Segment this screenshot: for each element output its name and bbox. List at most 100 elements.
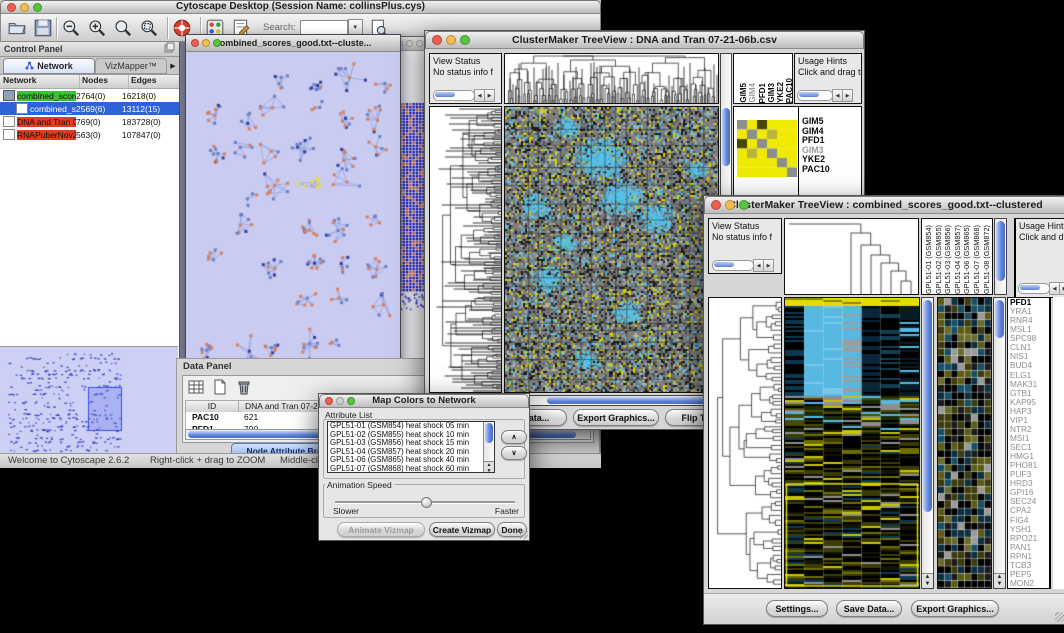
network-nodes-count: 563(0)	[76, 130, 122, 140]
status-zoom-hint: Right-click + drag to ZOOM	[150, 455, 265, 466]
treeview2-titlebar[interactable]: ClusterMaker TreeView : combined_scores_…	[704, 196, 1064, 214]
attribute-list-item[interactable]: GPL51-07 (GSM868) heat shock 60 min	[328, 465, 494, 473]
new-attribute-icon[interactable]	[211, 378, 231, 398]
network-overview-canvas[interactable]	[0, 346, 178, 462]
tv1-col-label[interactable]: GIM3	[767, 83, 776, 103]
search-label: Search:	[263, 22, 296, 33]
tv1-status-scrollbar[interactable]: ◀▶	[433, 90, 495, 101]
tv2-col-label[interactable]: GPL51-02 (GSM855)	[934, 219, 944, 294]
tv2-heatmap-canvas[interactable]	[785, 298, 919, 588]
close-icon[interactable]	[7, 3, 16, 12]
export-graphics-button[interactable]: Export Graphics...	[573, 409, 659, 426]
maximize-icon[interactable]	[213, 39, 221, 47]
create-vizmap-button[interactable]: Create Vizmap	[429, 522, 495, 537]
tv2-col-label[interactable]: GPL51-06 (GSM865)	[962, 219, 972, 294]
zoom-window-icon[interactable]	[739, 200, 749, 210]
close-icon[interactable]	[711, 200, 721, 210]
treeview1-titlebar[interactable]: ClusterMaker TreeView : DNA and Tran 07-…	[425, 31, 864, 49]
network-tree-row[interactable]: RNAPuberNov2+I563(0)107847(0)	[0, 128, 179, 141]
minimize-icon[interactable]	[202, 39, 210, 47]
tv2-status-scrollbar[interactable]: ◀▶	[712, 260, 774, 271]
tv1-col-label[interactable]: PAC10	[785, 78, 793, 103]
network-tree-row[interactable]: combined_sco2569(6)13112(15)	[0, 102, 179, 115]
tv1-row-dendrogram-canvas[interactable]	[430, 107, 501, 392]
minimize-icon[interactable]	[406, 40, 413, 47]
zoom-window-icon[interactable]	[33, 3, 42, 12]
tv2-usage-scrollbar[interactable]: ◀▶	[1018, 283, 1064, 294]
tv1-view-status-panel: View Status No status info f ◀▶	[429, 53, 502, 104]
network-canvas[interactable]	[186, 52, 398, 364]
float-panel-icon[interactable]	[164, 40, 179, 58]
close-icon[interactable]	[325, 397, 333, 405]
minimize-icon[interactable]	[336, 397, 344, 405]
zoom-selected-region-icon[interactable]	[139, 18, 159, 38]
tab-vizmapper[interactable]: VizMapper™	[95, 58, 167, 74]
zoom-window-icon[interactable]	[460, 35, 470, 45]
tv2-usage-hints-panel: Usage Hints Click and drag to ◀▶	[1014, 218, 1064, 298]
network-nodes-count: 2764(0)	[76, 91, 122, 101]
slider-thumb[interactable]	[421, 497, 432, 508]
tv2-zoom-heatmap-canvas[interactable]	[938, 298, 991, 588]
export-graphics-button[interactable]: Export Graphics...	[911, 600, 999, 617]
tv2-col-label[interactable]: GPL51-07 (GSM868)	[972, 219, 982, 294]
move-attribute-up-button[interactable]: ∧	[501, 430, 527, 444]
tv2-col-label[interactable]: GPL51-01 (GSM854)	[924, 219, 934, 294]
close-icon[interactable]	[432, 35, 442, 45]
tv2-usage-title: Usage Hints	[1016, 219, 1064, 232]
tv2-col-label[interactable]: GPL51-08 (GSM872)	[982, 219, 992, 294]
dialog-titlebar[interactable]: Map Colors to Network	[319, 394, 529, 408]
animation-speed-slider[interactable]	[335, 497, 515, 507]
resize-grip[interactable]	[1055, 612, 1064, 622]
dialog-resize-grip[interactable]	[520, 531, 528, 539]
settings-button[interactable]: Settings...	[766, 600, 828, 617]
tv2-row-dendrogram-canvas[interactable]	[709, 298, 781, 588]
tab-overflow-button[interactable]: ▶	[167, 57, 179, 74]
network-edges-count: 13112(15)	[122, 104, 160, 114]
minimize-icon[interactable]	[446, 35, 456, 45]
maximize-icon[interactable]	[416, 40, 423, 47]
main-titlebar[interactable]: Cytoscape Desktop (Session Name: collins…	[0, 0, 601, 14]
zoom-out-icon[interactable]	[61, 18, 81, 38]
save-data-button[interactable]: Save Data...	[836, 600, 902, 617]
tv1-top-dendrogram-canvas[interactable]	[505, 54, 718, 103]
tv1-row-label[interactable]: PAC10	[802, 165, 830, 175]
minimize-icon[interactable]	[20, 3, 29, 12]
tv2-label-scrollbar[interactable]	[994, 218, 1007, 295]
tv2-view-status-body: No status info f	[709, 232, 781, 243]
tv1-col-label[interactable]: GIM5	[739, 83, 748, 103]
minimize-icon[interactable]	[725, 200, 735, 210]
tv2-col-label[interactable]: GPL51-03 (GSM856)	[943, 219, 953, 294]
animate-vizmap-button[interactable]: Animate Vizmap	[337, 522, 425, 537]
tv1-usage-scrollbar[interactable]: ◀▶	[797, 90, 853, 101]
move-attribute-down-button[interactable]: ∨	[501, 446, 527, 460]
tv1-heatmap-canvas[interactable]	[505, 107, 718, 392]
network-tree-row[interactable]: combined_scores2764(0)16218(0)	[0, 89, 179, 102]
gene-label[interactable]: MON2	[1008, 579, 1049, 588]
network-tree-row[interactable]: DNA and Tran 07769(0)183728(0)	[0, 115, 179, 128]
network-edges-count: 183728(0)	[122, 117, 161, 127]
col-header-nodes[interactable]: Nodes	[80, 75, 129, 88]
delete-attribute-icon[interactable]	[235, 378, 255, 398]
col-header-network[interactable]: Network	[0, 75, 80, 88]
zoom-in-icon[interactable]	[87, 18, 107, 38]
tv2-heatmap-vscrollbar[interactable]: ▲▼	[921, 297, 934, 589]
tv1-usage-title: Usage Hints	[795, 54, 861, 67]
tv1-zoom-matrix-canvas[interactable]	[737, 120, 797, 177]
tv1-col-label[interactable]: PFD1	[758, 83, 767, 103]
row-id: PAC10	[186, 412, 238, 424]
open-file-icon[interactable]	[7, 18, 27, 38]
attribute-table-icon[interactable]	[187, 378, 207, 398]
treeview-window-combined: ClusterMaker TreeView : combined_scores_…	[703, 195, 1064, 625]
tv2-top-dendrogram-canvas[interactable]	[785, 219, 918, 294]
tv1-col-label[interactable]: GIM4	[748, 83, 757, 103]
save-session-icon[interactable]	[33, 18, 53, 38]
tv2-col-label[interactable]: GPL51-04 (GSM857)	[953, 219, 963, 294]
close-icon[interactable]	[191, 39, 199, 47]
col-header-edges[interactable]: Edges	[129, 75, 179, 88]
zoom-fit-icon[interactable]	[113, 18, 133, 38]
tv2-gene-scrollbar[interactable]: ▲▼	[993, 297, 1006, 589]
status-welcome: Welcome to Cytoscape 2.6.2	[8, 455, 129, 466]
tab-network[interactable]: Network	[3, 58, 95, 74]
attribute-list-scrollbar[interactable]: ▲▼	[483, 422, 494, 473]
zoom-window-icon[interactable]	[347, 397, 355, 405]
